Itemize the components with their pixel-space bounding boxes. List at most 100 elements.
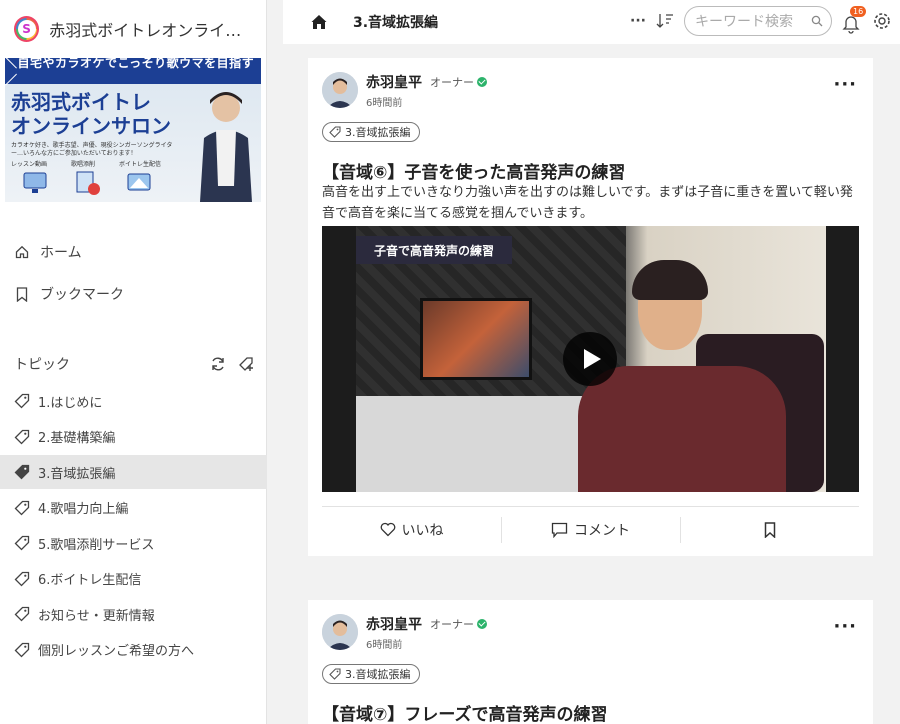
live-stream-icon bbox=[127, 173, 151, 191]
add-tag-icon[interactable] bbox=[238, 356, 254, 372]
comment-icon bbox=[551, 522, 568, 538]
comment-label: コメント bbox=[574, 522, 630, 539]
post-time: 6時間前 bbox=[366, 98, 403, 109]
tag-icon bbox=[14, 393, 30, 409]
search-placeholder: キーワード検索 bbox=[695, 14, 793, 30]
post-actions: いいね コメント bbox=[322, 506, 859, 552]
search-icon bbox=[811, 15, 823, 27]
verified-icon bbox=[477, 619, 487, 629]
topic-label: 1.はじめに bbox=[38, 395, 103, 411]
tag-icon bbox=[329, 126, 341, 138]
author-name-text: 赤羽皇平 bbox=[366, 75, 422, 91]
more-menu-button[interactable]: ··· bbox=[630, 13, 646, 29]
notification-button[interactable]: 16 bbox=[842, 6, 867, 34]
topic-label: 6.ボイトレ生配信 bbox=[38, 573, 142, 588]
post-card: 赤羽皇平 オーナー 6時間前 ··· 3.音域拡張編 【音域⑦】フレーズで高音発… bbox=[308, 600, 873, 724]
sidebar-topic-item[interactable]: 3.音域拡張編 bbox=[0, 455, 267, 489]
notification-badge: 16 bbox=[850, 6, 867, 17]
heart-icon bbox=[380, 522, 395, 537]
tag-icon bbox=[14, 464, 30, 480]
video-caption: 子音で高音発声の練習 bbox=[356, 236, 513, 264]
like-button[interactable]: いいね bbox=[322, 507, 501, 552]
tag-icon bbox=[329, 668, 341, 680]
bell-icon bbox=[842, 16, 860, 34]
post-title[interactable]: 【音域⑦】フレーズで高音発声の練習 bbox=[322, 700, 608, 724]
banner-title: 赤羽式ボイトレ オンラインサロン bbox=[11, 90, 171, 138]
header-tools: ··· キーワード検索 16 bbox=[630, 6, 892, 36]
sort-icon[interactable] bbox=[656, 12, 674, 30]
author-avatar[interactable] bbox=[322, 72, 358, 108]
nav-bookmark[interactable]: ブックマーク bbox=[0, 276, 267, 312]
bookmark-icon bbox=[14, 286, 30, 302]
author-name[interactable]: 赤羽皇平 オーナー bbox=[366, 72, 487, 92]
post-title[interactable]: 【音域⑥】子音を使った高音発声の練習 bbox=[322, 158, 625, 183]
banner-title-line1: 赤羽式ボイトレ bbox=[11, 90, 151, 114]
top-bar: 3.音域拡張編 ··· キーワード検索 16 bbox=[283, 0, 900, 44]
topic-label: お知らせ・更新情報 bbox=[38, 608, 155, 624]
comment-button[interactable]: コメント bbox=[501, 507, 680, 552]
topics-header: トピック bbox=[14, 352, 254, 376]
banner-person-image bbox=[200, 92, 252, 202]
post-more-button[interactable]: ··· bbox=[833, 618, 857, 636]
home-button[interactable] bbox=[303, 6, 335, 38]
topic-label: 2.基礎構築編 bbox=[38, 431, 116, 446]
verified-icon bbox=[477, 77, 487, 87]
topic-tag-label: 3.音域拡張編 bbox=[345, 126, 411, 139]
banner-title-line2: オンラインサロン bbox=[11, 114, 171, 138]
banner-subtext: カラオケ好き、歌手志望、声優、現役シンガーソングライター…いろんな方にご参加いた… bbox=[11, 142, 181, 169]
sidebar-topic-item[interactable]: 1.はじめに bbox=[0, 384, 267, 418]
nav-home[interactable]: ホーム bbox=[0, 234, 267, 270]
author-role: オーナー bbox=[430, 76, 474, 89]
play-button[interactable] bbox=[563, 332, 617, 386]
refresh-icon[interactable] bbox=[210, 356, 226, 372]
salon-header[interactable]: S 赤羽式ボイトレオンラインサ... bbox=[0, 0, 266, 58]
topic-tag-label: 3.音域拡張編 bbox=[345, 668, 411, 681]
gear-icon[interactable] bbox=[872, 11, 892, 31]
search-input[interactable]: キーワード検索 bbox=[684, 6, 832, 36]
post-more-button[interactable]: ··· bbox=[833, 76, 857, 94]
nav-home-label: ホーム bbox=[40, 245, 82, 261]
post-body: 高音を出す上でいきなり力強い声を出すのは難しいです。まずは子音に重きを置いて軽い… bbox=[322, 185, 853, 221]
nav-bookmark-label: ブックマーク bbox=[40, 287, 124, 303]
sidebar-topic-item[interactable]: 2.基礎構築編 bbox=[0, 420, 267, 454]
tag-icon bbox=[14, 535, 30, 551]
salon-banner[interactable]: ＼自宅やカラオケでこっそり歌ウマを目指す／ 赤羽式ボイトレ オンラインサロン カ… bbox=[5, 58, 261, 202]
sidebar-topic-item[interactable]: 6.ボイトレ生配信 bbox=[0, 562, 267, 596]
topics-label: トピック bbox=[14, 357, 70, 373]
tag-icon bbox=[14, 500, 30, 515]
lesson-video-icon bbox=[23, 172, 47, 193]
salon-logo: S bbox=[14, 16, 40, 42]
video-player[interactable]: 子音で高音発声の練習 bbox=[322, 226, 859, 492]
tag-icon bbox=[14, 429, 30, 444]
tag-icon bbox=[14, 571, 30, 586]
banner-sub: カラオケ好き、歌手志望、声優、現役シンガーソングライター…いろんな方にご参加いた… bbox=[11, 142, 173, 157]
salon-name[interactable]: 赤羽式ボイトレオンラインサ... bbox=[49, 17, 252, 41]
sidebar-topic-item[interactable]: 個別レッスンご希望の方へ bbox=[0, 633, 267, 667]
home-icon bbox=[311, 15, 327, 29]
home-icon bbox=[14, 244, 30, 260]
topic-label: 個別レッスンご希望の方へ bbox=[38, 644, 195, 659]
sidebar: S 赤羽式ボイトレオンラインサ... ＼自宅やカラオケでこっそり歌ウマを目指す／… bbox=[0, 0, 267, 724]
tag-icon bbox=[14, 606, 30, 622]
author-role: オーナー bbox=[430, 618, 474, 631]
topic-label: 4.歌唱力向上編 bbox=[38, 502, 129, 517]
correction-icon bbox=[76, 171, 100, 195]
topic-tag[interactable]: 3.音域拡張編 bbox=[322, 122, 420, 142]
topic-label: 3.音域拡張編 bbox=[38, 466, 116, 482]
breadcrumb: 3.音域拡張編 bbox=[353, 15, 439, 31]
banner-icons bbox=[21, 168, 153, 196]
sidebar-topic-item[interactable]: 4.歌唱力向上編 bbox=[0, 491, 267, 525]
author-name[interactable]: 赤羽皇平 オーナー bbox=[366, 614, 487, 634]
sidebar-topic-item[interactable]: 5.歌唱添削サービス bbox=[0, 526, 267, 560]
bookmark-button[interactable] bbox=[680, 507, 859, 552]
tag-icon bbox=[14, 642, 30, 657]
bookmark-icon bbox=[764, 521, 775, 538]
like-label: いいね bbox=[401, 522, 444, 539]
topic-label: 5.歌唱添削サービス bbox=[38, 537, 155, 553]
post-card: 赤羽皇平 オーナー 6時間前 ··· 3.音域拡張編 【音域⑥】子音を使った高音… bbox=[308, 58, 873, 556]
banner-tagline: ＼自宅やカラオケでこっそり歌ウマを目指す／ bbox=[5, 58, 261, 87]
topic-tag[interactable]: 3.音域拡張編 bbox=[322, 664, 420, 684]
author-name-text: 赤羽皇平 bbox=[366, 617, 422, 633]
sidebar-topic-item[interactable]: お知らせ・更新情報 bbox=[0, 597, 267, 631]
author-avatar[interactable] bbox=[322, 614, 358, 650]
